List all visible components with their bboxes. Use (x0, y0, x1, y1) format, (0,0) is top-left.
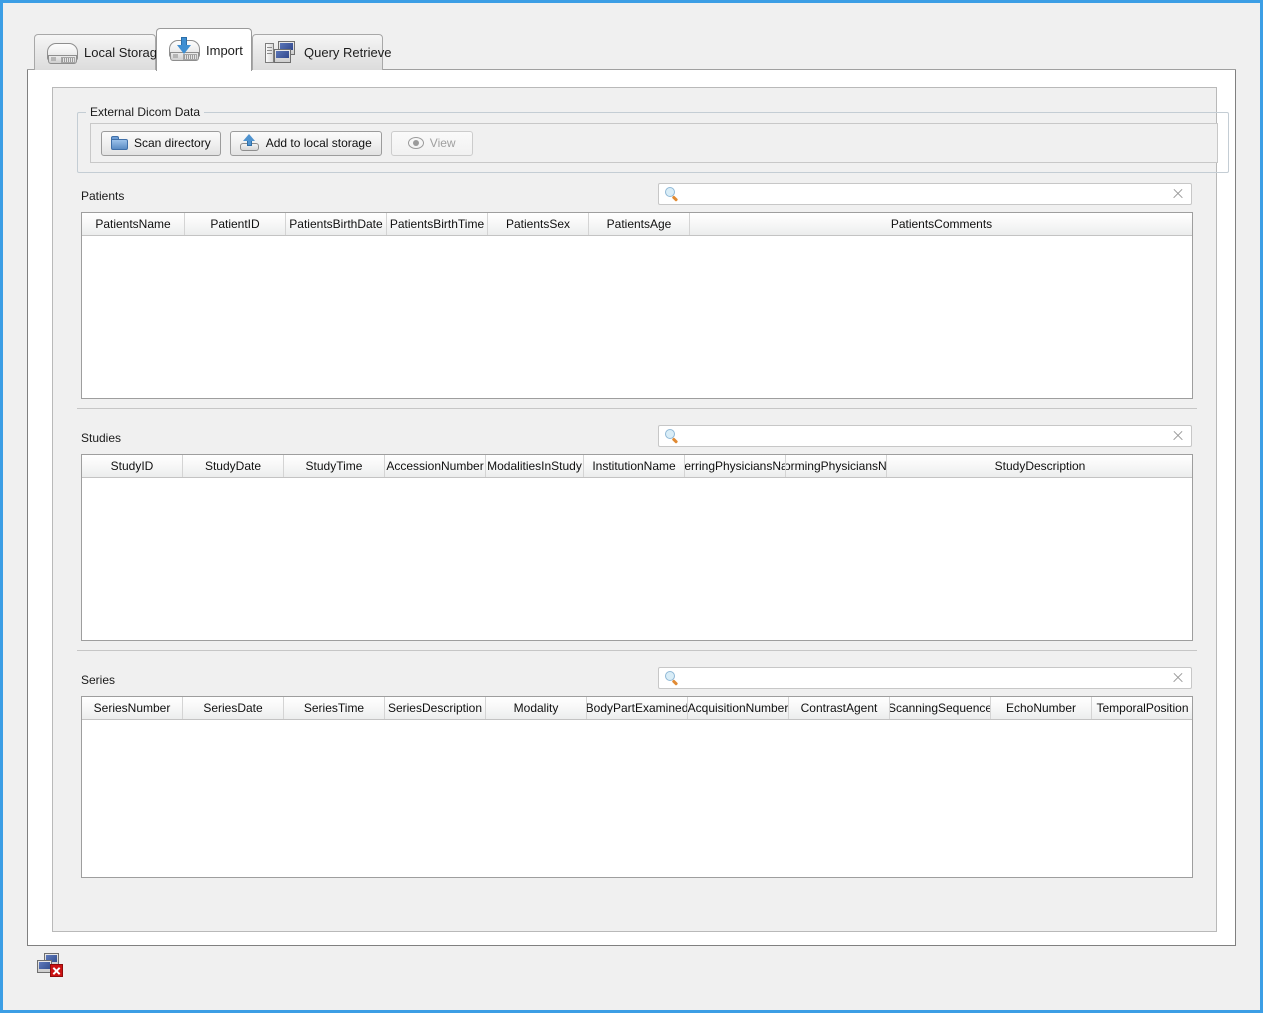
studies-table-body[interactable] (82, 478, 1192, 640)
view-button: View (390, 130, 473, 156)
series-col-seriestime[interactable]: SeriesTime (284, 697, 385, 719)
patients-table[interactable]: PatientsName PatientID PatientsBirthDate… (81, 212, 1193, 399)
tab-import-label: Import (206, 42, 243, 58)
series-search-clear-icon[interactable] (1171, 671, 1185, 685)
upload-icon (239, 133, 260, 152)
groupbox-title: External Dicom Data (86, 105, 205, 119)
studies-col-accessionnumber[interactable]: AccessionNumber (385, 455, 486, 477)
search-icon (665, 671, 679, 686)
patients-col-patientscomments[interactable]: PatientsComments (690, 213, 1192, 235)
folder-icon (111, 136, 128, 150)
tab-local-storage-label: Local Storage (84, 45, 165, 60)
network-disconnected-icon[interactable] (37, 953, 65, 977)
status-bar (27, 948, 1236, 1002)
series-search-box[interactable] (658, 667, 1192, 689)
studies-col-studytime[interactable]: StudyTime (284, 455, 385, 477)
patients-col-patientsage[interactable]: PatientsAge (589, 213, 690, 235)
series-table-body[interactable] (82, 720, 1192, 877)
tab-local-storage[interactable]: Local Storage (34, 34, 164, 70)
eye-icon (407, 137, 424, 149)
studies-col-institutionname[interactable]: InstitutionName (584, 455, 685, 477)
series-col-echonumber[interactable]: EchoNumber (991, 697, 1092, 719)
series-table[interactable]: SeriesNumber SeriesDate SeriesTime Serie… (81, 696, 1193, 878)
series-col-temporalposition[interactable]: TemporalPosition (1092, 697, 1192, 719)
patients-search-box[interactable] (658, 183, 1192, 205)
hard-drive-icon (47, 42, 78, 64)
scan-directory-label: Scan directory (134, 136, 211, 150)
hard-drive-download-icon (169, 37, 200, 61)
patients-col-patientsbirthdate[interactable]: PatientsBirthDate (286, 213, 387, 235)
import-inner-frame: External Dicom Data Scan directory Add t… (52, 87, 1229, 932)
series-section-label: Series (81, 673, 116, 687)
studies-table-header: StudyID StudyDate StudyTime AccessionNum… (82, 455, 1192, 478)
studies-col-performingphysiciansname[interactable]: PerformingPhysiciansName (786, 455, 887, 477)
import-tab-panel: External Dicom Data Scan directory Add t… (27, 70, 1236, 946)
patients-section-label: Patients (81, 189, 125, 203)
patients-col-patientssex[interactable]: PatientsSex (488, 213, 589, 235)
view-label: View (429, 136, 456, 150)
tab-import[interactable]: Import (156, 28, 252, 71)
patients-table-body[interactable] (82, 236, 1192, 398)
search-icon (665, 429, 679, 444)
series-col-acquisitionnumber[interactable]: AcquisitionNumber (688, 697, 789, 719)
patients-table-header: PatientsName PatientID PatientsBirthDate… (82, 213, 1192, 236)
studies-col-studydescription[interactable]: StudyDescription (887, 455, 1192, 477)
patients-search-input[interactable] (679, 185, 1171, 203)
search-icon (665, 187, 679, 202)
studies-section-label: Studies (81, 431, 122, 445)
series-col-bodypartexamined[interactable]: BodyPartExamined (587, 697, 688, 719)
server-monitors-icon (265, 40, 297, 65)
scan-directory-button[interactable]: Scan directory (101, 130, 221, 156)
tab-query-retrieve-label: Query Retrieve (304, 45, 392, 60)
action-button-strip: Scan directory Add to local storage View (90, 123, 1218, 163)
series-col-seriesdate[interactable]: SeriesDate (183, 697, 284, 719)
studies-col-referringphysiciansname[interactable]: ReferringPhysiciansName (685, 455, 786, 477)
application-window: Local Storage Import Query Retrieve Exte… (0, 0, 1263, 1013)
external-dicom-data-groupbox: External Dicom Data Scan directory Add t… (77, 105, 1229, 173)
studies-search-input[interactable] (679, 427, 1171, 445)
window-client-area: Local Storage Import Query Retrieve Exte… (7, 7, 1256, 1006)
patients-studies-splitter[interactable] (77, 408, 1197, 409)
add-to-local-storage-button[interactable]: Add to local storage (229, 130, 382, 156)
patients-search-clear-icon[interactable] (1171, 187, 1185, 201)
studies-col-studyid[interactable]: StudyID (82, 455, 183, 477)
studies-search-box[interactable] (658, 425, 1192, 447)
series-col-modality[interactable]: Modality (486, 697, 587, 719)
studies-col-modalitiesinstudy[interactable]: ModalitiesInStudy (486, 455, 584, 477)
series-search-input[interactable] (679, 669, 1171, 687)
patients-col-patientsbirthtime[interactable]: PatientsBirthTime (387, 213, 488, 235)
add-to-local-storage-label: Add to local storage (265, 136, 372, 150)
tab-query-retrieve[interactable]: Query Retrieve (252, 34, 391, 70)
series-table-header: SeriesNumber SeriesDate SeriesTime Serie… (82, 697, 1192, 720)
network-status[interactable] (37, 953, 65, 980)
patients-col-patientid[interactable]: PatientID (185, 213, 286, 235)
studies-table[interactable]: StudyID StudyDate StudyTime AccessionNum… (81, 454, 1193, 641)
studies-series-splitter[interactable] (77, 650, 1197, 651)
studies-search-clear-icon[interactable] (1171, 429, 1185, 443)
series-col-seriesnumber[interactable]: SeriesNumber (82, 697, 183, 719)
series-col-seriesdescription[interactable]: SeriesDescription (385, 697, 486, 719)
tab-bar: Local Storage Import Query Retrieve (27, 24, 1236, 71)
series-col-scanningsequence[interactable]: ScanningSequence (890, 697, 991, 719)
patients-col-patientsname[interactable]: PatientsName (82, 213, 185, 235)
studies-col-studydate[interactable]: StudyDate (183, 455, 284, 477)
series-col-contrastagent[interactable]: ContrastAgent (789, 697, 890, 719)
